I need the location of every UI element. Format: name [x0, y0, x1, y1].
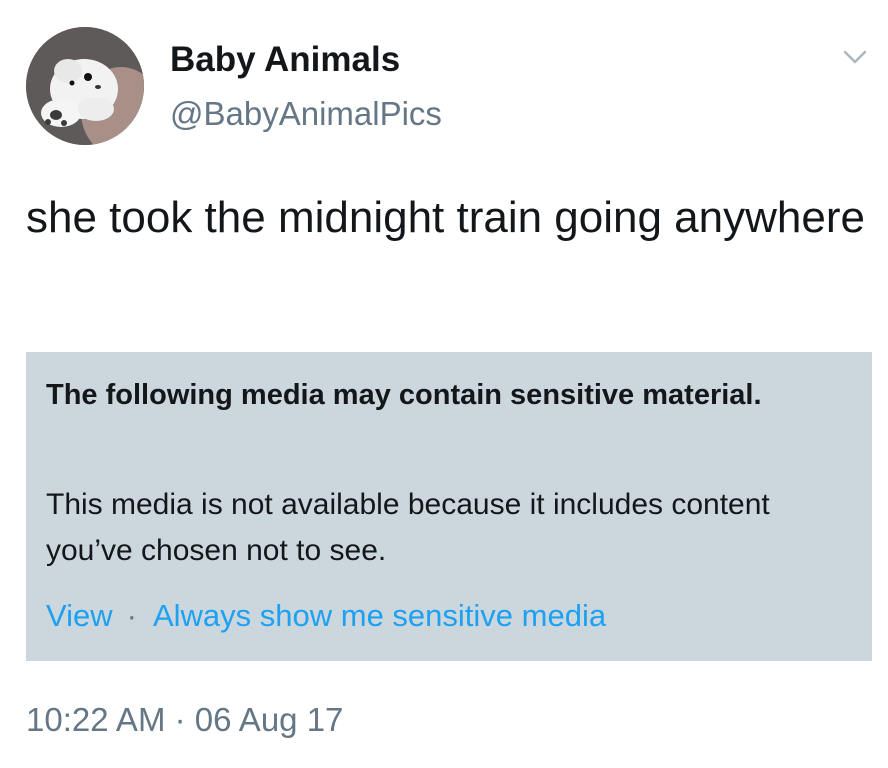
tweet-menu-button[interactable]: [842, 46, 868, 68]
chevron-down-icon: [843, 50, 867, 64]
puppy-avatar-icon: [26, 27, 144, 145]
author-avatar[interactable]: [26, 27, 144, 145]
sensitive-notice-title: The following media may contain sensitiv…: [46, 379, 762, 411]
author-handle[interactable]: @BabyAnimalPics: [170, 94, 442, 134]
separator-dot: ·: [126, 598, 137, 633]
author-display-name[interactable]: Baby Animals: [170, 40, 400, 80]
sensitive-notice-actions: View · Always show me sensitive media: [46, 596, 606, 636]
sensitive-media-notice: The following media may contain sensitiv…: [26, 352, 872, 661]
tweet-timestamp[interactable]: 10:22 AM · 06 Aug 17: [26, 700, 343, 740]
sensitive-notice-body: This media is not available because it i…: [46, 488, 770, 567]
always-show-sensitive-link[interactable]: Always show me sensitive media: [153, 598, 606, 633]
tweet-text: she took the midnight train going anywhe…: [26, 193, 865, 242]
view-media-link[interactable]: View: [46, 598, 113, 633]
